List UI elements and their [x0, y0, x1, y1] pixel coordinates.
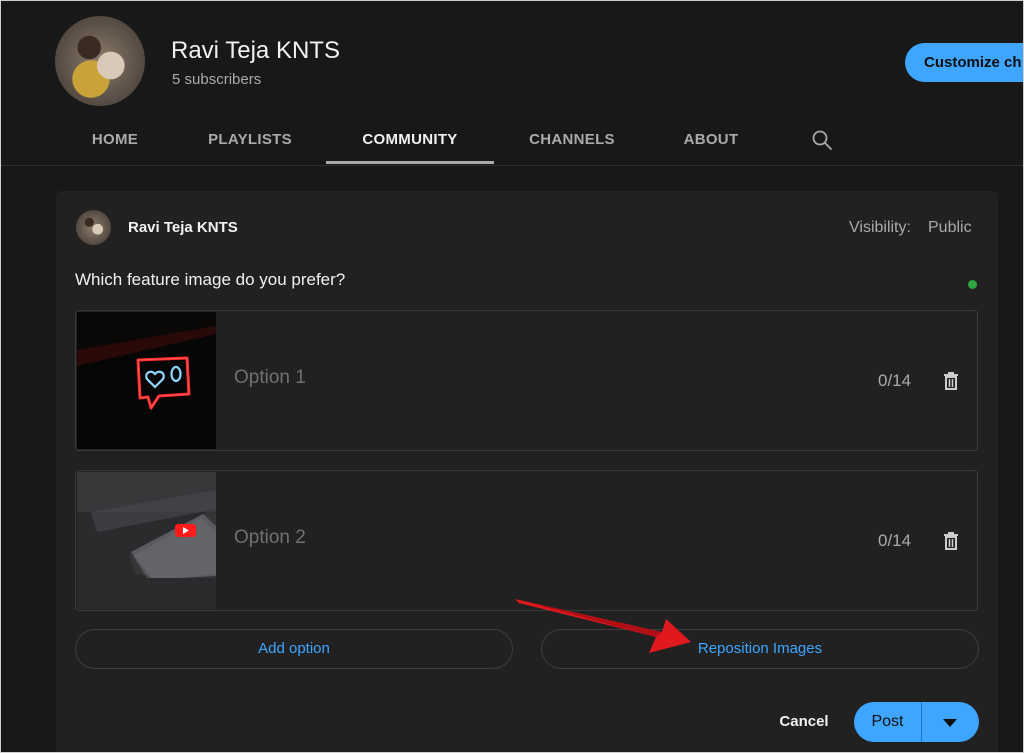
trash-icon[interactable]	[944, 372, 958, 390]
option-2-char-count: 0/14	[878, 531, 912, 550]
poll-option-2[interactable]: Option 2 0/14	[75, 470, 978, 611]
search-icon[interactable]	[810, 128, 834, 152]
visibility-label: Visibility:	[849, 219, 911, 236]
channel-avatar[interactable]	[55, 16, 145, 106]
tab-playlists[interactable]: PLAYLISTS	[197, 115, 303, 165]
option-1-image[interactable]	[77, 312, 216, 449]
tab-channels[interactable]: CHANNELS	[517, 115, 627, 165]
channel-name: Ravi Teja KNTS	[171, 37, 340, 64]
option-2-image[interactable]	[77, 472, 216, 609]
add-option-button[interactable]: Add option	[75, 629, 513, 669]
tab-home[interactable]: HOME	[79, 115, 151, 165]
caret-down-icon[interactable]	[922, 702, 979, 742]
tab-community[interactable]: COMMUNITY	[326, 115, 494, 165]
option-1-char-count: 0/14	[878, 371, 912, 390]
reposition-images-button[interactable]: Reposition Images	[541, 629, 979, 669]
author-name: Ravi Teja KNTS	[128, 219, 238, 236]
visibility-select[interactable]: Public	[928, 219, 972, 237]
post-button-group: Post	[854, 702, 979, 742]
status-indicator	[968, 280, 977, 289]
subscriber-count: 5 subscribers	[172, 71, 262, 88]
channel-tabs: HOME PLAYLISTS COMMUNITY CHANNELS ABOUT	[1, 115, 901, 165]
option-1-input[interactable]: Option 1	[234, 367, 306, 389]
poll-question-input[interactable]: Which feature image do you prefer?	[75, 270, 345, 290]
trash-icon[interactable]	[944, 532, 958, 550]
author-avatar	[76, 210, 111, 245]
active-tab-indicator	[326, 161, 494, 164]
app-window: Ravi Teja KNTS 5 subscribers Customize c…	[0, 0, 1024, 753]
cancel-button[interactable]: Cancel	[765, 702, 843, 742]
poll-option-1[interactable]: Option 1 0/14	[75, 310, 978, 451]
channel-header: Ravi Teja KNTS 5 subscribers Customize c…	[1, 1, 1023, 166]
option-2-input[interactable]: Option 2	[234, 527, 306, 549]
post-button[interactable]: Post	[854, 702, 921, 742]
tab-about[interactable]: ABOUT	[673, 115, 749, 165]
customize-channel-button[interactable]: Customize ch	[905, 43, 1023, 82]
